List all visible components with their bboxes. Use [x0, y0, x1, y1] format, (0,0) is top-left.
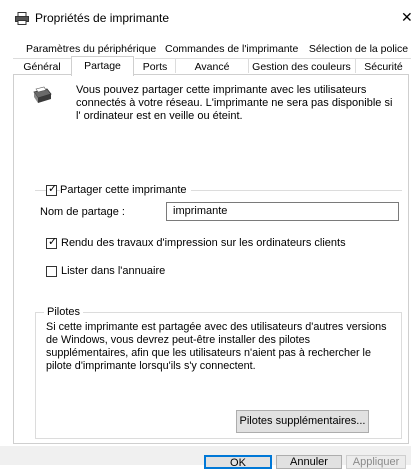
- tab-device-settings[interactable]: Paramètres du périphérique: [26, 41, 156, 57]
- tab-ports[interactable]: Ports: [135, 58, 175, 74]
- list-directory-checkbox[interactable]: [46, 266, 57, 277]
- printer-icon: [15, 12, 29, 25]
- tab-divider: [355, 58, 356, 73]
- share-name-label: Nom de partage :: [40, 206, 125, 218]
- check-icon: ✓: [48, 236, 58, 248]
- drivers-description: Si cette imprimante est partagée avec de…: [46, 321, 387, 372]
- close-icon[interactable]: ✕: [401, 9, 411, 26]
- sharing-intro-text: Vous pouvez partager cette imprimante av…: [76, 84, 393, 122]
- tab-divider: [248, 58, 249, 73]
- additional-drivers-button[interactable]: Pilotes supplémentaires...: [236, 410, 369, 433]
- apply-button[interactable]: Appliquer: [346, 455, 406, 469]
- list-directory-label[interactable]: Lister dans l'annuaire: [61, 265, 165, 277]
- tab-general[interactable]: Général: [13, 58, 71, 74]
- tab-font-selection[interactable]: Sélection de la police: [306, 41, 411, 57]
- share-printer-label[interactable]: Partager cette imprimante: [60, 184, 191, 196]
- tab-security[interactable]: Sécurité: [356, 58, 411, 74]
- title-bar: Propriétés de imprimante ✕: [0, 0, 411, 36]
- render-jobs-checkbox[interactable]: ✓: [46, 236, 58, 249]
- tab-printer-commands[interactable]: Commandes de l'imprimante: [165, 41, 298, 57]
- share-printer-checkbox[interactable]: ✓: [46, 183, 58, 196]
- window-title: Propriétés de imprimante: [35, 11, 170, 25]
- printer-icon: [33, 86, 52, 103]
- ok-button[interactable]: OK: [204, 455, 272, 469]
- tab-sharing[interactable]: Partage: [71, 56, 134, 76]
- share-name-input[interactable]: imprimante: [166, 202, 399, 221]
- tab-color-management[interactable]: Gestion des couleurs: [248, 58, 355, 74]
- tab-advanced[interactable]: Avancé: [176, 58, 248, 74]
- cancel-button[interactable]: Annuler: [276, 455, 342, 469]
- tab-divider: [175, 58, 176, 73]
- render-jobs-label[interactable]: Rendu des travaux d'impression sur les o…: [61, 237, 346, 249]
- check-icon: ✓: [48, 183, 58, 195]
- drivers-group-title: Pilotes: [44, 306, 84, 318]
